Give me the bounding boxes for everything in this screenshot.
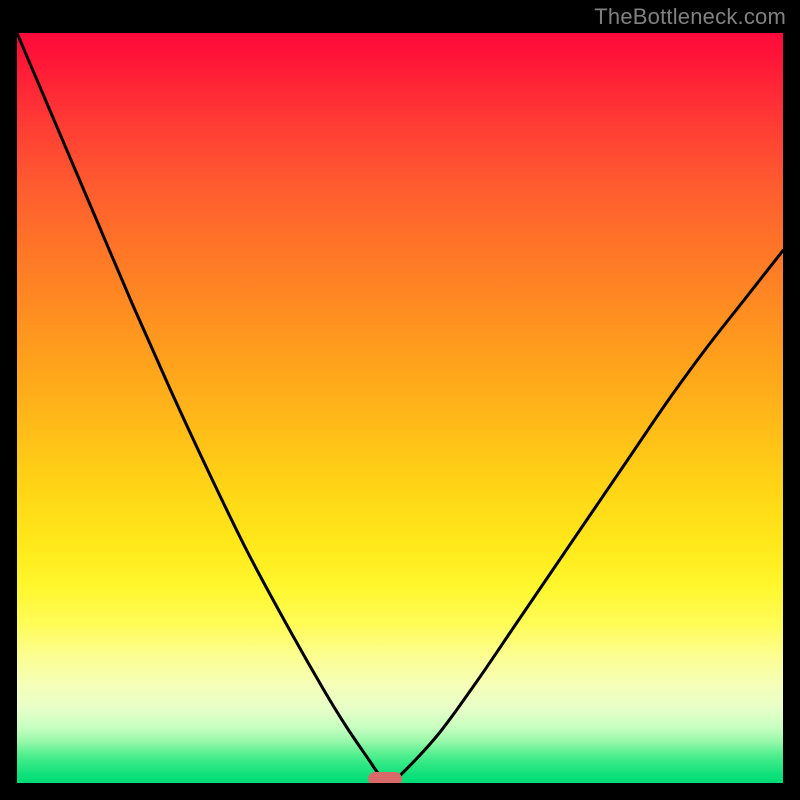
watermark-text: TheBottleneck.com <box>594 4 786 30</box>
chart-frame <box>14 30 786 786</box>
curve-layer <box>17 33 783 783</box>
optimal-point-marker <box>368 772 402 783</box>
plot-area <box>17 33 783 783</box>
bottleneck-curve <box>17 33 783 780</box>
